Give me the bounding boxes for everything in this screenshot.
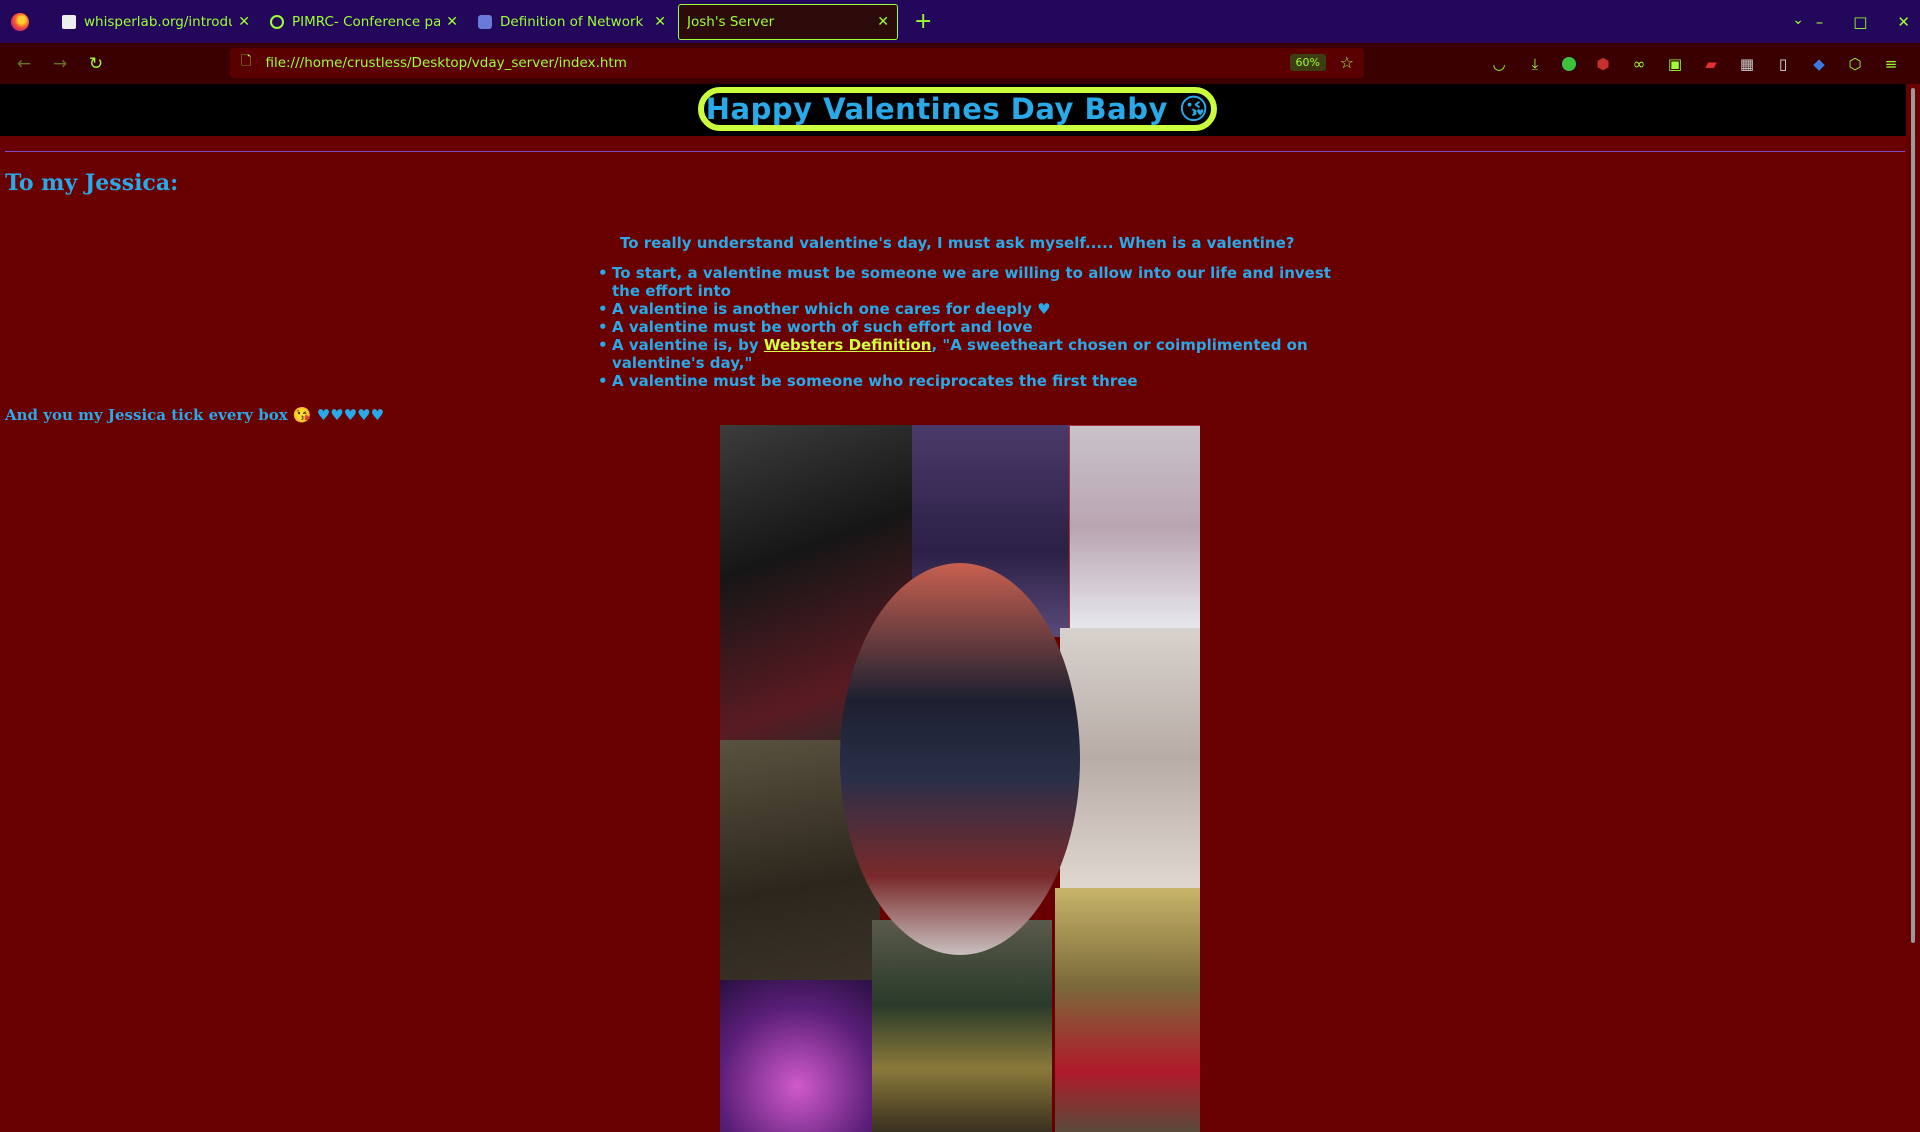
pdf-extension-icon[interactable]: ▰ — [1702, 55, 1720, 73]
back-button[interactable]: ← — [6, 54, 42, 74]
photo-snow-carry — [1069, 425, 1200, 630]
list-item: A valentine is, by Websters Definition, … — [598, 336, 1332, 372]
close-icon[interactable]: ✕ — [877, 14, 889, 30]
screenshot-icon[interactable]: ▣ — [1666, 55, 1684, 73]
tab-network-units[interactable]: Definition of Network Units ✕ — [470, 4, 674, 40]
websters-definition-link[interactable]: Websters Definition — [764, 336, 932, 354]
close-window-icon[interactable]: ✕ — [1897, 13, 1910, 31]
tab-whisperlab[interactable]: whisperlab.org/introductio ✕ — [54, 4, 258, 40]
header-strip: Happy Valentines Day Baby 😘 — [0, 84, 1906, 136]
tab-bar: whisperlab.org/introductio ✕ PIMRC- Conf… — [0, 0, 1920, 43]
address-bar[interactable]: 🗋 file:///home/crustless/Desktop/vday_se… — [230, 48, 1364, 78]
tab-title: Josh's Server — [687, 13, 775, 30]
close-icon[interactable]: ✕ — [238, 14, 250, 30]
privacy-glasses-icon[interactable]: ∞ — [1630, 55, 1648, 73]
maximize-icon[interactable]: □ — [1853, 13, 1867, 31]
new-tab-button[interactable]: + — [914, 9, 932, 34]
close-icon[interactable]: ✕ — [446, 14, 458, 30]
reload-button[interactable]: ↻ — [78, 54, 114, 74]
valentines-banner: Happy Valentines Day Baby 😘 — [698, 87, 1217, 131]
url-text[interactable]: file:///home/crustless/Desktop/vday_serv… — [265, 55, 626, 71]
conference-favicon-icon — [270, 14, 284, 29]
bookmark-star-icon[interactable]: ☆ — [1340, 53, 1354, 72]
list-item: To start, a valentine must be someone we… — [598, 264, 1332, 300]
minimize-icon[interactable]: – — [1816, 13, 1824, 31]
tab-title: whisperlab.org/introductio — [84, 13, 232, 30]
globe-favicon-icon — [478, 14, 492, 29]
translate-icon[interactable]: ▦ — [1738, 55, 1756, 73]
list-item-text: A valentine is, by — [612, 336, 764, 354]
photo-kiss-oval — [840, 563, 1080, 955]
salutation-heading: To my Jessica: — [5, 170, 179, 196]
zoom-indicator[interactable]: 60% — [1289, 54, 1326, 71]
close-icon[interactable]: ✕ — [654, 14, 666, 30]
page-scrollbar[interactable] — [1906, 84, 1920, 1048]
ublock-icon[interactable]: ⬢ — [1594, 55, 1612, 73]
page-favicon-icon — [62, 14, 76, 29]
scrollbar-thumb[interactable] — [1911, 88, 1915, 943]
tab-joshs-server[interactable]: Josh's Server ✕ — [678, 3, 898, 40]
reasons-list: To start, a valentine must be someone we… — [598, 264, 1332, 390]
shield-extension-icon[interactable]: ◆ — [1810, 55, 1828, 73]
extensions-icon[interactable]: ⬡ — [1846, 55, 1864, 73]
divider — [5, 151, 1905, 152]
tab-title: Definition of Network Units — [500, 13, 648, 30]
list-item: A valentine must be worth of such effort… — [598, 318, 1332, 336]
closing-line: And you my Jessica tick every box 😘 ♥♥♥♥… — [5, 406, 385, 424]
page-icon: 🗋 — [241, 54, 252, 69]
firefox-menu-icon[interactable] — [11, 12, 29, 31]
tab-title: PIMRC- Conference paper - — [292, 13, 441, 30]
photo-dinner — [1060, 628, 1200, 888]
photo-collage — [720, 425, 1200, 1132]
window-controls: – □ ✕ — [1816, 0, 1910, 43]
toolbar-extensions: ◡ ⤓ ⬢ ∞ ▣ ▰ ▦ ▯ ◆ ⬡ ≡ — [1490, 43, 1900, 84]
forward-button[interactable]: → — [42, 54, 78, 74]
photo-purple-selfie — [720, 980, 875, 1132]
tab-pimrc[interactable]: PIMRC- Conference paper - ✕ — [262, 4, 466, 40]
navigation-toolbar: ← → ↻ 🗋 file:///home/crustless/Desktop/v… — [0, 43, 1920, 84]
document-icon[interactable]: ▯ — [1774, 55, 1792, 73]
app-menu-icon[interactable]: ≡ — [1882, 55, 1900, 73]
page-content: Happy Valentines Day Baby 😘 To my Jessic… — [0, 84, 1906, 1132]
downloads-icon[interactable]: ⤓ — [1526, 55, 1544, 73]
account-icon[interactable] — [1562, 56, 1576, 71]
list-all-tabs-icon[interactable]: ⌄ — [1792, 12, 1804, 28]
list-item: A valentine is another which one cares f… — [598, 300, 1332, 318]
pocket-icon[interactable]: ◡ — [1490, 55, 1508, 73]
question-text: To really understand valentine's day, I … — [620, 234, 1295, 252]
list-item: A valentine must be someone who reciproc… — [598, 372, 1332, 390]
photo-gift-throne — [1055, 888, 1200, 1132]
